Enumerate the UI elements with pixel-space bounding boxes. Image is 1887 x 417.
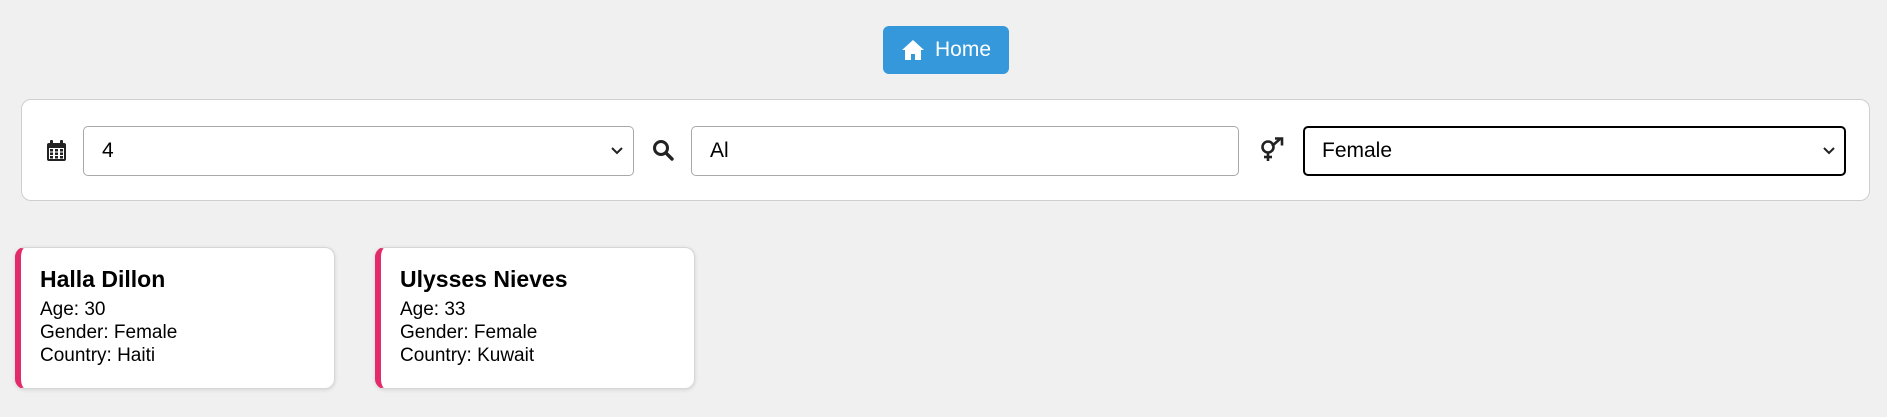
calendar-icon (46, 139, 66, 161)
home-button[interactable]: Home (883, 26, 1009, 74)
chevron-down-icon (611, 145, 623, 157)
gender-select-value: Female (1322, 139, 1393, 162)
gender-icon (1258, 137, 1284, 163)
age-select-value: 4 (102, 139, 114, 162)
search-input-value: Al (710, 139, 729, 162)
filter-panel: 4 Al Female (21, 99, 1870, 201)
person-country: Country: Haiti (40, 345, 156, 366)
person-age: Age: 33 (400, 299, 466, 320)
person-card: Halla Dillon Age: 30 Gender: Female Coun… (15, 247, 335, 389)
person-country: Country: Kuwait (400, 345, 535, 366)
person-gender: Gender: Female (40, 322, 178, 343)
person-name: Halla Dillon (40, 266, 166, 292)
age-select[interactable]: 4 (83, 126, 634, 176)
person-gender: Gender: Female (400, 322, 538, 343)
person-card: Ulysses Nieves Age: 33 Gender: Female Co… (375, 247, 695, 389)
chevron-down-icon (1823, 145, 1835, 157)
gender-select[interactable]: Female (1303, 126, 1846, 176)
person-age: Age: 30 (40, 299, 106, 320)
home-button-label: Home (934, 38, 992, 61)
search-icon (652, 139, 674, 161)
search-input[interactable]: Al (691, 126, 1239, 176)
home-icon (901, 39, 925, 61)
person-name: Ulysses Nieves (400, 266, 568, 292)
